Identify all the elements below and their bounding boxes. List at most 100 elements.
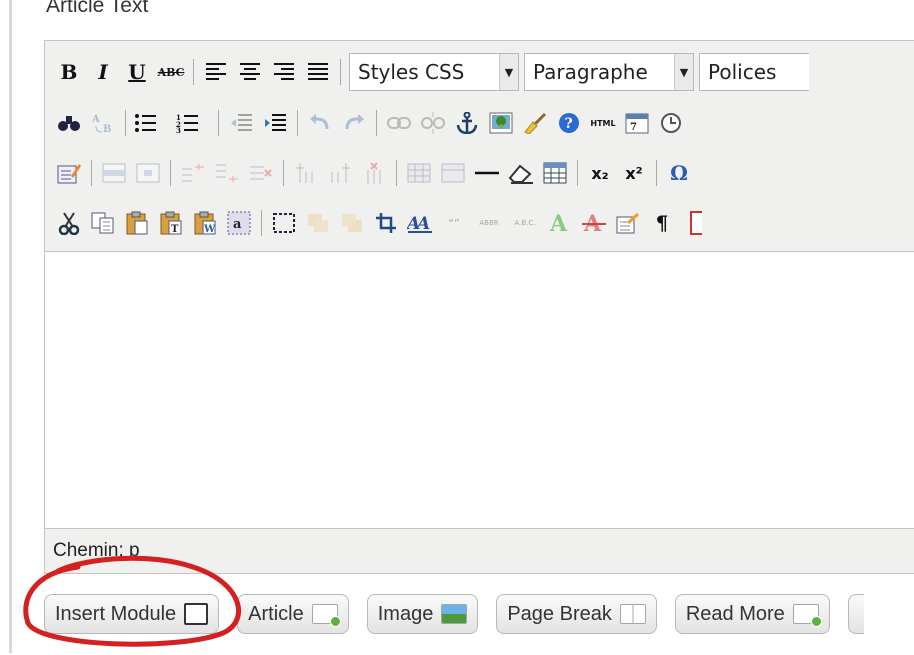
link-button[interactable] — [385, 109, 413, 137]
insert-date-button[interactable]: 7 — [623, 109, 651, 137]
font-select[interactable]: Polices — [699, 53, 809, 91]
select-all-button[interactable]: a — [225, 209, 253, 237]
visual-aid-button[interactable] — [270, 209, 298, 237]
svg-text:?: ? — [565, 116, 573, 132]
outdent-button[interactable] — [227, 109, 255, 137]
align-left-button[interactable] — [202, 58, 230, 86]
nonbreaking-button[interactable] — [682, 209, 710, 237]
delete-text-button[interactable]: A — [580, 209, 608, 237]
binoculars-icon — [58, 116, 80, 131]
superscript-button[interactable]: x² — [620, 159, 648, 187]
strikethrough-button[interactable]: ABC — [157, 58, 185, 86]
delete-row-button[interactable] — [247, 159, 275, 187]
chevron-down-icon: ▼ — [499, 54, 518, 90]
toolbar-separator — [91, 160, 92, 186]
nonbreaking-icon — [690, 211, 702, 235]
article-add-icon — [311, 604, 341, 627]
remove-format-button[interactable] — [507, 159, 535, 187]
underline-button[interactable]: U — [123, 58, 151, 86]
redo-icon — [345, 114, 364, 130]
bold-icon: B — [60, 60, 78, 84]
numbered-list-button[interactable]: 123 — [176, 109, 204, 137]
insert-text-button[interactable]: A — [546, 209, 574, 237]
link-icon — [387, 117, 411, 129]
insert-row-after-button[interactable] — [213, 159, 241, 187]
row-properties-button[interactable] — [100, 159, 128, 187]
chevron-down-icon: ▼ — [674, 54, 693, 90]
crop-icon — [376, 213, 396, 233]
merge-cells-icon — [441, 163, 465, 183]
move-forward-button[interactable] — [304, 209, 332, 237]
toolbar-row-4: T W a AA “” ABBR A.B.C. A A ¶ — [55, 203, 716, 243]
editor-content-area[interactable] — [45, 252, 914, 528]
toolbar-separator — [340, 59, 341, 85]
italic-button[interactable]: I — [89, 58, 117, 86]
image-button[interactable]: Image — [366, 594, 479, 634]
html-source-button[interactable]: HTML — [589, 109, 617, 137]
svg-text:3: 3 — [176, 126, 181, 133]
article-button[interactable]: Article — [237, 594, 349, 634]
cite-button[interactable]: “” — [440, 209, 468, 237]
format-select-value: Paragraphe — [533, 60, 648, 84]
abbreviation-button[interactable]: ABBR — [474, 209, 504, 237]
bullet-list-button[interactable] — [134, 109, 162, 137]
read-more-button[interactable]: Read More — [674, 594, 830, 634]
find-button[interactable] — [55, 109, 83, 137]
align-justify-button[interactable] — [304, 58, 332, 86]
style-icon: AA — [407, 214, 432, 234]
table-row-icon — [102, 163, 126, 183]
table-icon — [543, 162, 567, 184]
subscript-button[interactable]: x₂ — [586, 159, 614, 187]
bold-button[interactable]: B — [55, 58, 83, 86]
page-break-button[interactable]: Page Break — [496, 594, 657, 634]
paste-text-icon: T — [160, 211, 182, 235]
cleanup-button[interactable] — [521, 109, 549, 137]
split-cells-button[interactable] — [405, 159, 433, 187]
subscript-icon: x₂ — [591, 163, 609, 183]
visual-aid-icon — [273, 213, 295, 233]
redo-button[interactable] — [340, 109, 368, 137]
styles-button[interactable]: AA — [406, 209, 434, 237]
insert-table-button[interactable] — [541, 159, 569, 187]
paste-button[interactable] — [123, 209, 151, 237]
anchor-button[interactable] — [453, 109, 481, 137]
delete-col-button[interactable] — [360, 159, 388, 187]
paste-word-button[interactable]: W — [191, 209, 219, 237]
paste-text-button[interactable]: T — [157, 209, 185, 237]
visual-chars-button[interactable]: ¶ — [648, 209, 676, 237]
move-backward-button[interactable] — [338, 209, 366, 237]
cell-properties-button[interactable] — [134, 159, 162, 187]
undo-button[interactable] — [306, 109, 334, 137]
merge-cells-button[interactable] — [439, 159, 467, 187]
attributes-button[interactable] — [614, 209, 642, 237]
unlink-button[interactable] — [419, 109, 447, 137]
special-char-button[interactable]: Ω — [665, 159, 693, 187]
omega-icon: Ω — [670, 161, 688, 185]
styles-select[interactable]: Styles CSS ▼ — [349, 53, 519, 91]
form-left-rule — [9, 0, 12, 653]
toggle-editor-button[interactable] — [847, 594, 864, 634]
insert-time-button[interactable] — [657, 109, 685, 137]
clipboard-icon — [126, 211, 148, 235]
insert-col-after-button[interactable] — [326, 159, 354, 187]
insert-image-button[interactable] — [487, 109, 515, 137]
absolute-position-button[interactable] — [372, 209, 400, 237]
format-select[interactable]: Paragraphe ▼ — [524, 53, 694, 91]
align-center-button[interactable] — [236, 58, 264, 86]
indent-button[interactable] — [261, 109, 289, 137]
calendar-icon: 7 — [625, 113, 649, 134]
replace-button[interactable]: AB — [89, 109, 117, 137]
insert-col-before-button[interactable] — [292, 159, 320, 187]
help-button[interactable]: ? — [555, 109, 583, 137]
replace-icon: AB — [91, 114, 111, 134]
copy-button[interactable] — [89, 209, 117, 237]
image-label: Image — [377, 602, 434, 625]
cut-button[interactable] — [55, 209, 83, 237]
acronym-button[interactable]: A.B.C. — [510, 209, 540, 237]
delete-col-icon — [367, 162, 381, 184]
horizontal-rule-button[interactable] — [473, 159, 501, 187]
insert-row-before-button[interactable] — [179, 159, 207, 187]
toolbar-separator — [577, 160, 578, 186]
edit-css-button[interactable] — [55, 159, 83, 187]
align-right-button[interactable] — [270, 58, 298, 86]
